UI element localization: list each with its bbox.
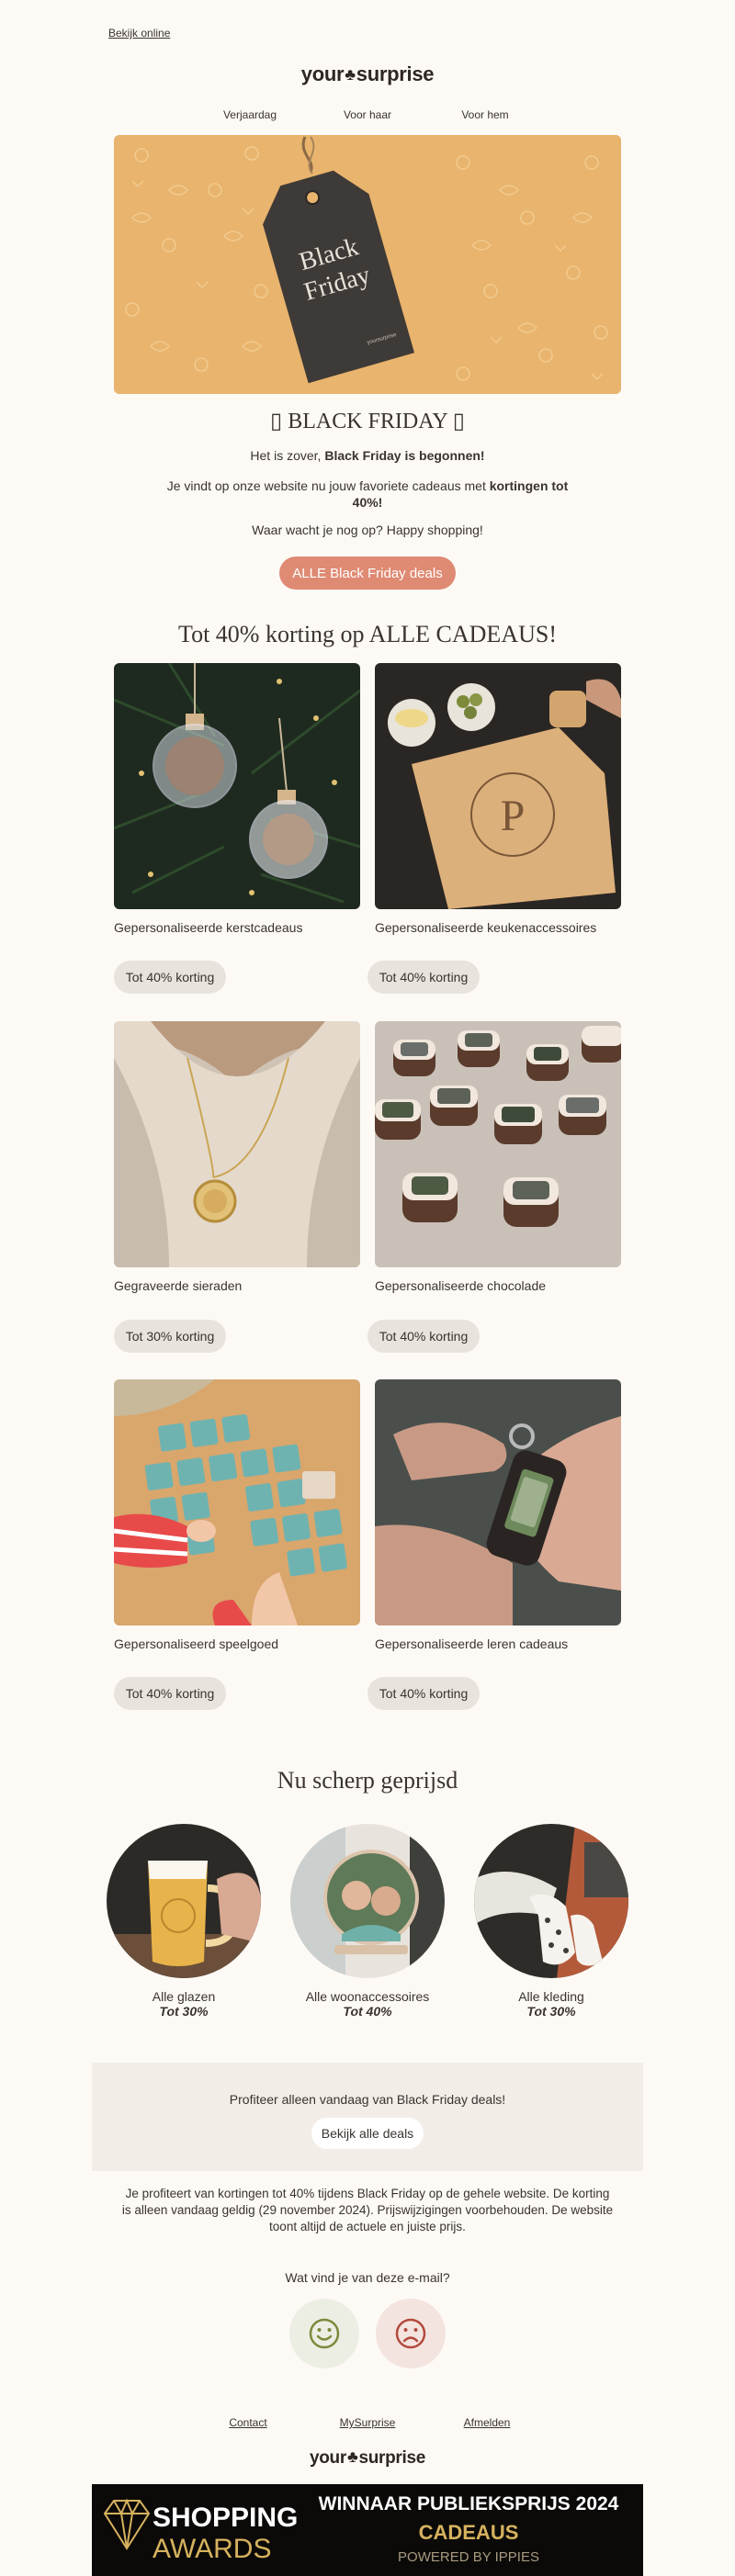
category-discount: Tot 40% xyxy=(343,2004,392,2019)
card-title: Gepersonaliseerde kerstcadeaus xyxy=(114,920,303,935)
intro-line1-bold: Black Friday is begonnen! xyxy=(324,448,485,463)
discount-pill[interactable]: Tot 40% korting xyxy=(368,1320,480,1353)
discount-pill[interactable]: Tot 40% korting xyxy=(114,961,226,994)
product-card-sieraden[interactable]: Gegraveerde sieraden xyxy=(114,1021,360,1293)
all-deals-button[interactable]: ALLE Black Friday deals xyxy=(279,557,456,590)
card-image[interactable] xyxy=(375,1021,621,1267)
discount-pill[interactable]: Tot 40% korting xyxy=(368,961,480,994)
category-glazen[interactable]: Alle glazen Tot 30% xyxy=(92,1824,276,2019)
category-kleding[interactable]: Alle kleding Tot 30% xyxy=(459,1824,643,2019)
shopping-awards-banner[interactable]: SHOPPING AWARDS WINNAAR PUBLIEKSPRIJS 20… xyxy=(92,2484,643,2576)
logo-text-right: surprise xyxy=(356,62,435,85)
feedback-negative-button[interactable] xyxy=(376,2299,446,2368)
card-title: Gegraveerde sieraden xyxy=(114,1278,243,1293)
logo[interactable]: your♣surprise xyxy=(0,62,735,86)
intro-line3: Waar wacht je nog op? Happy shopping! xyxy=(252,523,483,537)
deal-box: Profiteer alleen vandaag van Black Frida… xyxy=(92,2063,643,2171)
view-online-link[interactable]: Bekijk online xyxy=(108,27,170,39)
smile-icon xyxy=(309,2318,340,2349)
category-image[interactable] xyxy=(290,1824,445,1978)
hero-banner[interactable]: Black Friday yoursurprise xyxy=(114,135,621,394)
category-label: Alle woonaccessoires xyxy=(305,1989,430,2004)
footer-logo[interactable]: your♣surprise xyxy=(0,2447,735,2469)
award-right-line2: CADEAUS xyxy=(419,2521,519,2544)
award-right-line1: WINNAAR PUBLIEKSPRIJS 2024 xyxy=(319,2493,619,2514)
discount-pill[interactable]: Tot 30% korting xyxy=(114,1320,226,1353)
clover-icon: ♣ xyxy=(345,65,356,84)
logo-text-right: surprise xyxy=(358,2448,426,2468)
footer-link-mysurprise[interactable]: MySurprise xyxy=(308,2416,427,2429)
card-image[interactable] xyxy=(114,1379,360,1625)
feedback-question: Wat vind je van deze e-mail? xyxy=(285,2270,450,2285)
award-left-line1: SHOPPING xyxy=(153,2503,298,2533)
nav-item-voor-hem[interactable]: Voor hem xyxy=(426,108,544,121)
nav-item-voor-haar[interactable]: Voor haar xyxy=(309,108,426,121)
category-image[interactable] xyxy=(107,1824,261,1978)
intro-line1-prefix: Het is zover, xyxy=(250,448,325,463)
award-right-line3: POWERED BY IPPIES xyxy=(398,2549,539,2565)
clover-icon: ♣ xyxy=(346,2447,358,2466)
category-woonaccessoires[interactable]: Alle woonaccessoires Tot 40% xyxy=(276,1824,459,2019)
footer-links: Contact MySurprise Afmelden xyxy=(0,2416,735,2429)
discount-pill[interactable]: Tot 40% korting xyxy=(114,1677,226,1710)
section1-title: Tot 40% korting op ALLE CADEAUS! xyxy=(178,621,557,647)
logo-text-left: your xyxy=(309,2448,346,2468)
svg-text:P: P xyxy=(501,792,526,840)
category-discount: Tot 30% xyxy=(526,2004,576,2019)
feedback-positive-button[interactable] xyxy=(289,2299,359,2368)
intro-line1: Het is zover, Black Friday is begonnen! xyxy=(0,448,735,463)
nav-item-verjaardag[interactable]: Verjaardag xyxy=(191,108,309,121)
product-card-kerstcadeaus[interactable]: Gepersonaliseerde kerstcadeaus xyxy=(114,663,360,935)
award-left-line2: AWARDS xyxy=(153,2534,271,2564)
intro-line2-prefix: Je vindt op onze website nu jouw favorie… xyxy=(166,478,490,493)
card-image[interactable]: P xyxy=(375,663,621,909)
deal-box-text: Profiteer alleen vandaag van Black Frida… xyxy=(229,2092,506,2107)
product-card-leren-cadeaus[interactable]: Gepersonaliseerde leren cadeaus xyxy=(375,1379,621,1651)
logo-text-left: your xyxy=(300,62,345,85)
black-friday-title: ▯ BLACK FRIDAY ▯ xyxy=(269,410,465,433)
card-title: Gepersonaliseerde keukenaccessoires xyxy=(375,920,597,935)
card-title: Gepersonaliseerde leren cadeaus xyxy=(375,1637,569,1651)
card-title: Gepersonaliseerde chocolade xyxy=(375,1278,547,1293)
category-image[interactable] xyxy=(474,1824,628,1978)
section2-title: Nu scherp geprijsd xyxy=(277,1767,458,1794)
product-card-speelgoed[interactable]: Gepersonaliseerd speelgoed xyxy=(114,1379,360,1651)
discount-pill[interactable]: Tot 40% korting xyxy=(368,1677,480,1710)
category-discount: Tot 30% xyxy=(159,2004,209,2019)
footer-link-contact[interactable]: Contact xyxy=(188,2416,308,2429)
card-title: Gepersonaliseerd speelgoed xyxy=(114,1637,279,1651)
card-image[interactable] xyxy=(114,663,360,909)
hero-image: Black Friday yoursurprise xyxy=(114,135,621,394)
view-all-deals-button[interactable]: Bekijk alle deals xyxy=(311,2118,424,2149)
product-card-chocolade[interactable]: Gepersonaliseerde chocolade xyxy=(375,1021,621,1293)
product-card-keukenaccessoires[interactable]: P Gepersonaliseerde keukenaccessoires xyxy=(375,663,621,935)
footer-link-afmelden[interactable]: Afmelden xyxy=(427,2416,547,2429)
category-label: Alle kleding xyxy=(518,1989,584,2004)
top-nav: Verjaardag Voor haar Voor hem xyxy=(0,108,735,121)
frown-icon xyxy=(395,2318,426,2349)
card-image[interactable] xyxy=(375,1379,621,1625)
card-image[interactable] xyxy=(114,1021,360,1267)
category-label: Alle glazen xyxy=(152,1989,216,2004)
fine-print: Je profiteert van kortingen tot 40% tijd… xyxy=(121,2187,614,2233)
intro-line2: Je vindt op onze website nu jouw favorie… xyxy=(152,478,583,511)
